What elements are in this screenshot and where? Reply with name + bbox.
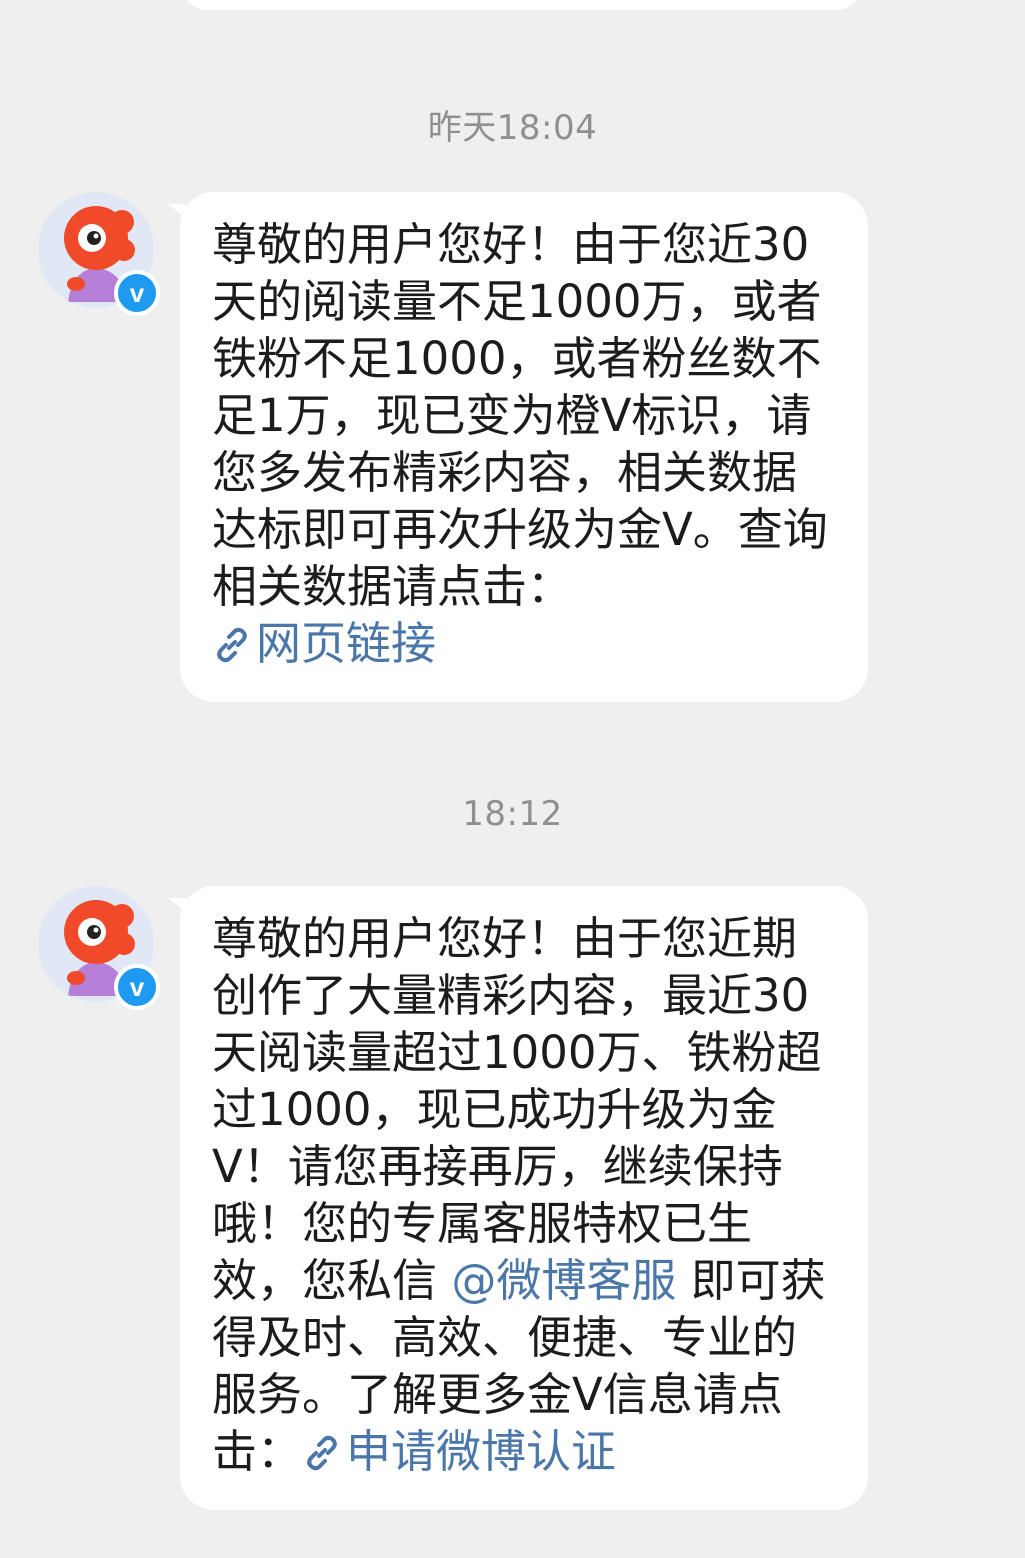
apply-verification-label: 申请微博认证 bbox=[346, 1425, 617, 1478]
bubble-tail bbox=[168, 898, 186, 912]
chat-thread: 昨天18:04 v 尊敬的用户您好！由于您近30天的阅读量不足1000万，或者铁… bbox=[0, 0, 1025, 1558]
message-text: 尊敬的用户您好！由于您近30天的阅读量不足1000万，或者铁粉不足1000，或者… bbox=[212, 218, 828, 613]
verified-badge-icon: v bbox=[114, 964, 160, 1010]
mention-link[interactable]: @微博客服 bbox=[451, 1254, 676, 1307]
previous-message-bubble[interactable] bbox=[180, 0, 864, 10]
bubble-tail bbox=[168, 204, 186, 218]
verified-badge-icon: v bbox=[114, 270, 160, 316]
link-chain-icon bbox=[217, 627, 247, 663]
message-bubble[interactable]: 尊敬的用户您好！由于您近30天的阅读量不足1000万，或者铁粉不足1000，或者… bbox=[168, 192, 868, 702]
message-timestamp: 18:12 bbox=[462, 794, 563, 834]
link-chain-icon bbox=[307, 1435, 337, 1471]
message-text: 尊敬的用户您好！由于您近期创作了大量精彩内容，最近30天阅读量超过1000万、铁… bbox=[212, 912, 822, 1307]
message-bubble[interactable]: 尊敬的用户您好！由于您近期创作了大量精彩内容，最近30天阅读量超过1000万、铁… bbox=[168, 886, 868, 1510]
message-timestamp: 昨天18:04 bbox=[427, 108, 598, 148]
apply-verification-link[interactable]: 申请微博认证 bbox=[302, 1425, 616, 1478]
web-link[interactable]: 网页链接 bbox=[212, 617, 436, 670]
web-link-label: 网页链接 bbox=[256, 617, 437, 670]
